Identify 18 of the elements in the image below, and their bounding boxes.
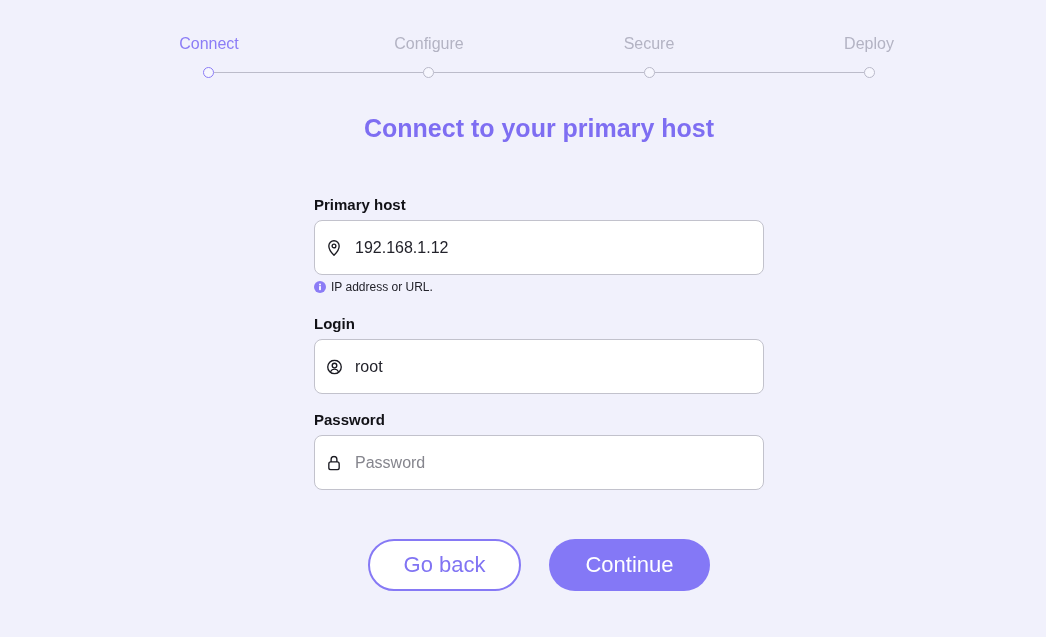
padlock-icon: [328, 455, 340, 470]
helper-text: IP address or URL.: [331, 279, 433, 295]
user-circle-icon: [327, 359, 342, 374]
step-label: Secure: [623, 34, 675, 54]
step-label: Connect: [179, 34, 239, 54]
location-pin-icon: [328, 239, 340, 256]
page-title: Connect to your primary host: [363, 113, 714, 143]
field-label: Login: [314, 314, 355, 334]
step-label: Deploy: [844, 34, 894, 54]
field-label: Password: [314, 410, 385, 430]
field-label: Primary host: [314, 195, 406, 215]
step-label: Configure: [394, 34, 464, 54]
host-input-field[interactable]: 192.168.1.12: [314, 220, 764, 275]
continue-button[interactable]: Continue: [549, 539, 710, 591]
password-input-field[interactable]: Password: [314, 435, 764, 490]
back-button[interactable]: Go back: [368, 539, 521, 591]
info-icon: [314, 281, 326, 293]
login-input-field[interactable]: root: [314, 339, 764, 394]
